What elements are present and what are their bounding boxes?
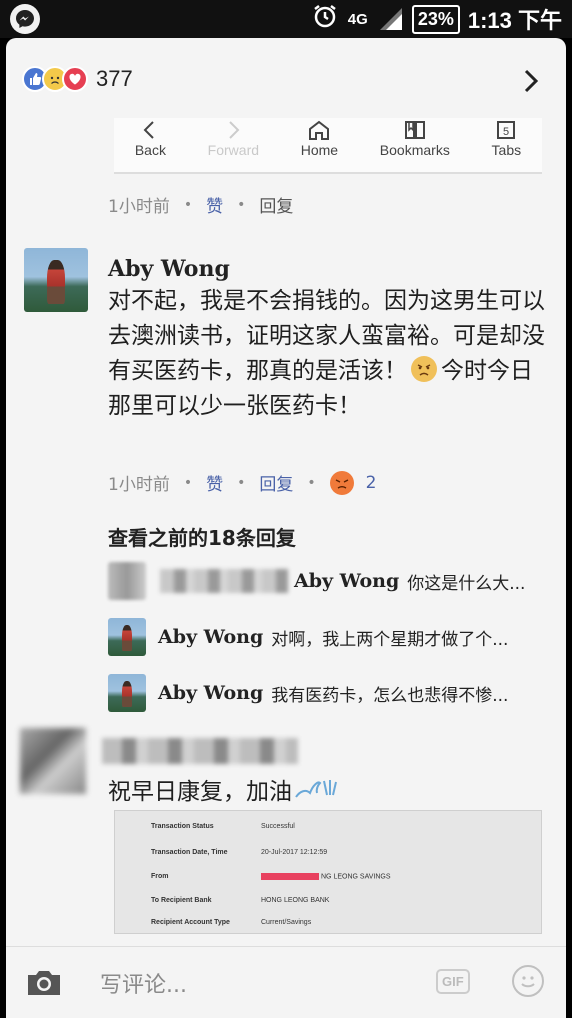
- chevron-left-icon: [143, 121, 155, 139]
- reply-author: Aby Wong: [158, 682, 264, 704]
- sticker-icon[interactable]: [512, 965, 544, 997]
- comment-meta: 1小时前 • 赞 • 回复 • 2: [108, 470, 376, 495]
- browser-forward-button[interactable]: Forward: [208, 118, 259, 158]
- alarm-icon: [312, 3, 338, 35]
- battery-indicator: 23%: [411, 4, 460, 34]
- gif-button[interactable]: GIF: [436, 969, 470, 994]
- timestamp: 1小时前: [108, 475, 170, 495]
- home-label: Home: [300, 142, 339, 158]
- chevron-right-icon: [229, 121, 240, 139]
- reply-button[interactable]: 回复: [259, 192, 293, 217]
- comment-panel: 377 Back Forward Home Bookmarks 5 Tabs 1…: [6, 38, 566, 1018]
- reply-author: Aby Wong: [294, 570, 400, 592]
- home-icon: [309, 120, 330, 140]
- like-button[interactable]: 赞: [206, 192, 223, 217]
- browser-tabs-button[interactable]: 5 Tabs: [491, 118, 522, 158]
- reply-author: Aby Wong: [158, 626, 264, 648]
- comment-composer: 写评论... GIF: [6, 946, 566, 1018]
- see-previous-replies-link[interactable]: 查看之前的18条回复: [108, 522, 296, 551]
- reactions-summary[interactable]: 377: [22, 66, 133, 92]
- avatar: [108, 674, 146, 712]
- browser-home-button[interactable]: Home: [301, 118, 338, 158]
- browser-bookmarks-button[interactable]: Bookmarks: [380, 118, 450, 158]
- reply-text: 对啊，我上两个星期才做了个...: [271, 629, 509, 650]
- comment-meta-top: 1小时前 • 赞 • 回复: [108, 192, 293, 218]
- redacted-name: [160, 569, 288, 593]
- reply-text: 你这是什么大...: [407, 573, 526, 594]
- tabs-label: Tabs: [491, 142, 522, 158]
- browser-back-button[interactable]: Back: [135, 118, 166, 158]
- redaction-bar: [261, 873, 319, 880]
- bookmarks-icon: [404, 121, 425, 139]
- back-label: Back: [134, 142, 166, 158]
- like-button[interactable]: 赞: [206, 470, 223, 495]
- avatar: [108, 618, 146, 656]
- camera-icon[interactable]: [24, 968, 64, 998]
- comment-text: 祝早日康复，加油: [108, 772, 342, 806]
- reply-button[interactable]: 回复: [259, 470, 293, 495]
- comment-text: 对不起，我是不会捐钱的。因为这男生可以去澳洲读书，证明这家人蛮富裕。可是却没有买…: [108, 288, 545, 419]
- clock: 1:13 下午: [467, 8, 562, 33]
- reply-text: 我有医药卡，怎么也悲得不惨...: [271, 685, 509, 706]
- angry-reaction-icon[interactable]: [329, 470, 354, 495]
- reply-item[interactable]: Aby Wong 对啊，我上两个星期才做了个...: [108, 618, 508, 656]
- tabs-icon: 5: [497, 121, 516, 139]
- status-bar: 4G 23% 1:13 下午: [0, 0, 572, 38]
- comment-author[interactable]: Aby Wong: [108, 256, 230, 282]
- reaction-count: 377: [96, 66, 133, 91]
- reply-item[interactable]: Aby Wong 你这是什么大...: [108, 562, 525, 600]
- avatar: [108, 562, 146, 600]
- bookmarks-label: Bookmarks: [379, 142, 450, 158]
- angry-emoji-icon: [411, 356, 437, 382]
- browser-nav-bar: Back Forward Home Bookmarks 5 Tabs: [114, 118, 542, 174]
- messenger-icon[interactable]: [10, 4, 40, 34]
- attached-receipt-image[interactable]: Transaction Status Successful Transaction…: [114, 810, 542, 934]
- comment-input[interactable]: 写评论...: [100, 967, 187, 999]
- avatar[interactable]: [20, 728, 86, 794]
- redacted-name[interactable]: [102, 738, 298, 764]
- timestamp: 1小时前: [108, 197, 170, 217]
- love-icon: [62, 66, 88, 92]
- network-indicator: 4G: [347, 10, 368, 28]
- flexed-biceps-icon: [292, 779, 342, 805]
- signal-icon: [378, 6, 404, 32]
- avatar[interactable]: [24, 248, 88, 312]
- chevron-right-icon[interactable]: [522, 68, 540, 98]
- svg-text:5: 5: [503, 126, 509, 138]
- reply-item[interactable]: Aby Wong 我有医药卡，怎么也悲得不惨...: [108, 674, 508, 712]
- reaction-count: 2: [365, 472, 377, 493]
- forward-label: Forward: [207, 142, 260, 158]
